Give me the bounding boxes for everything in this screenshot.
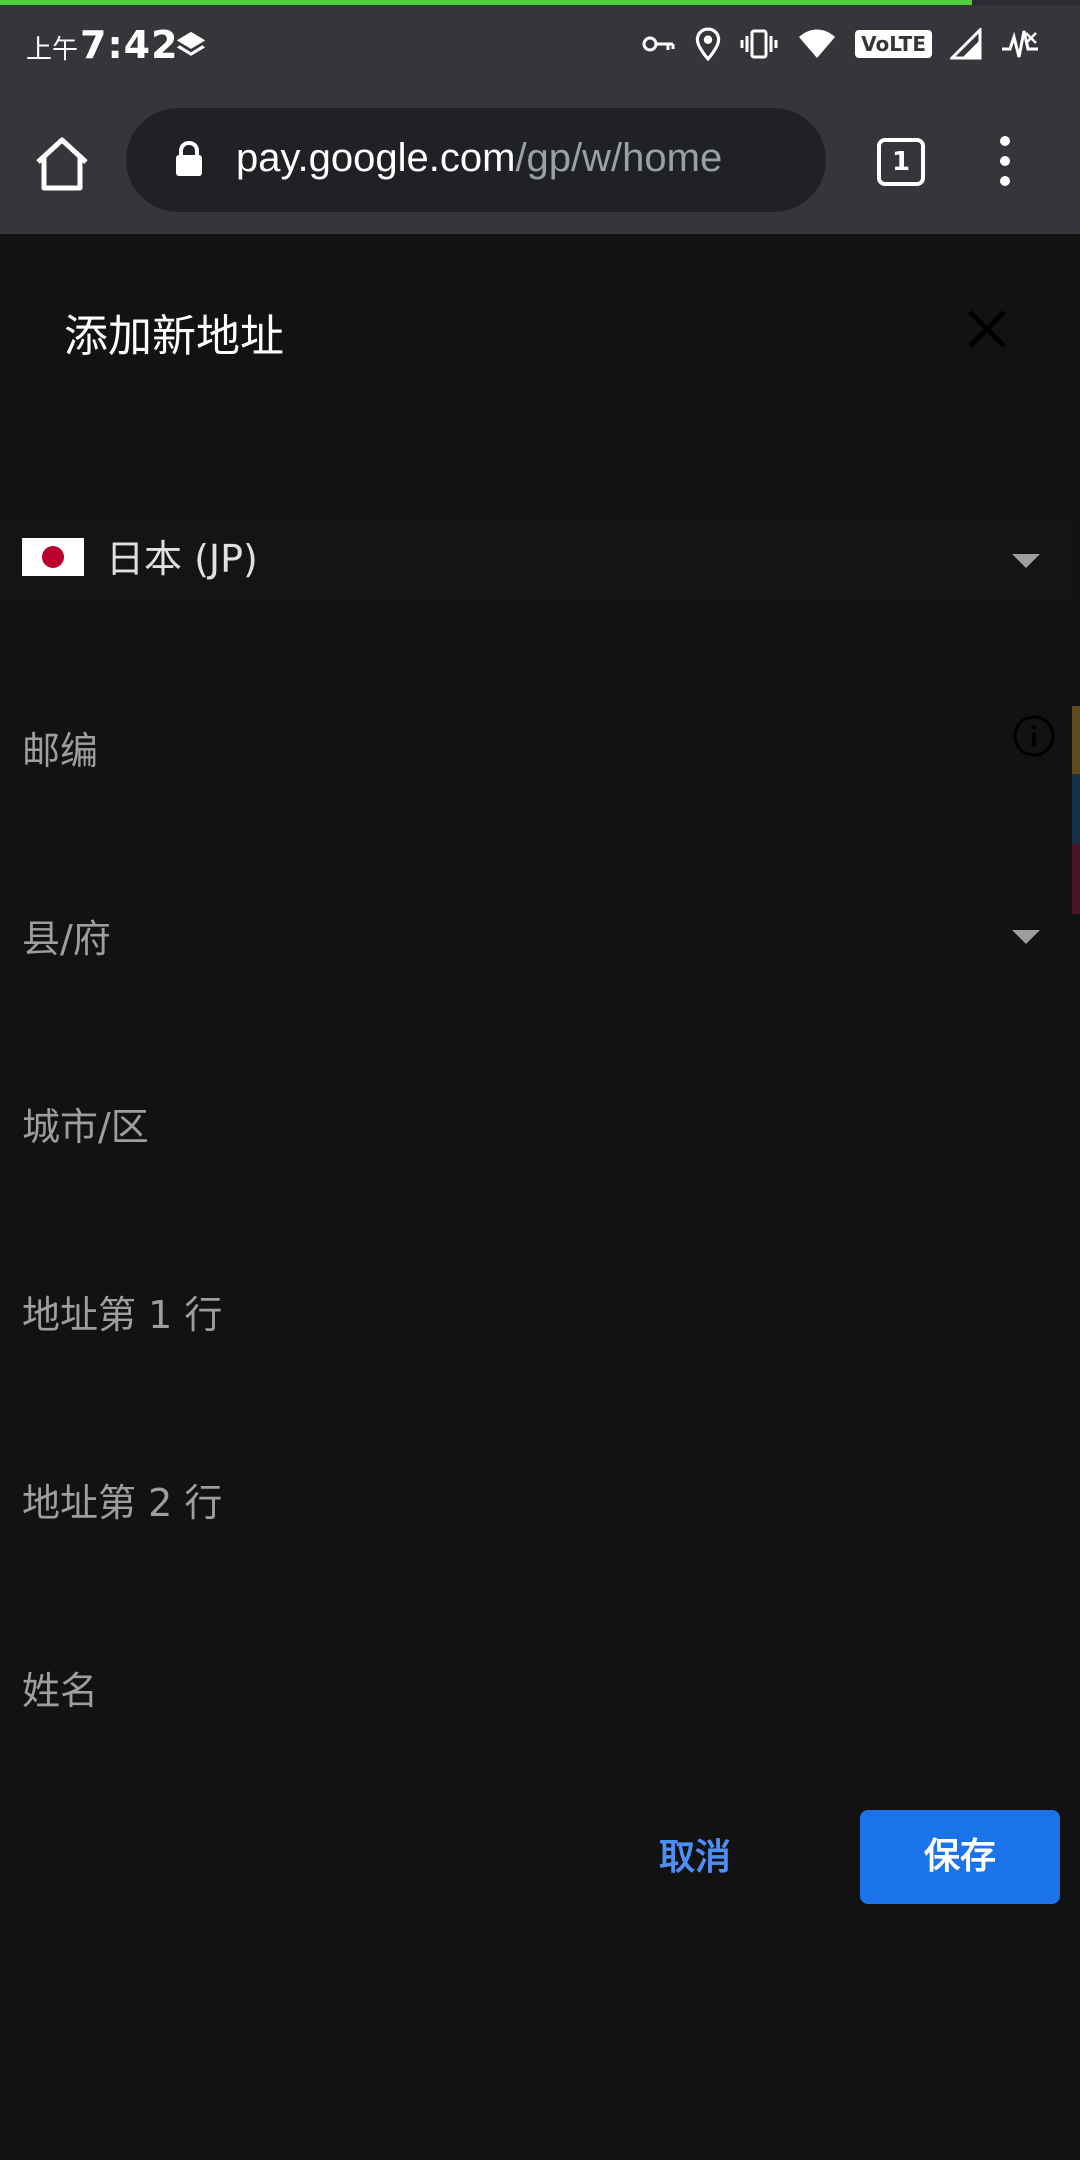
signal-icon	[950, 28, 982, 60]
country-select[interactable]: 日本 (JP)	[0, 520, 1070, 600]
address-line1-field[interactable]: 地址第 1 行	[0, 1266, 1070, 1346]
city-field[interactable]: 城市/区	[0, 1078, 1070, 1158]
location-icon	[695, 27, 721, 61]
tab-switcher-button[interactable]: 1	[877, 138, 925, 186]
side-strip-yellow	[1072, 706, 1080, 774]
layers-icon	[176, 31, 206, 56]
side-strip-blue	[1072, 774, 1080, 844]
prefecture-label: 县/府	[22, 917, 111, 961]
country-value: 日本 (JP)	[106, 537, 258, 581]
city-label: 城市/区	[22, 1105, 149, 1149]
status-icons: VoLTE	[641, 27, 1040, 61]
dialog-actions: 取消 保存	[0, 1810, 1080, 1906]
close-icon[interactable]	[962, 304, 1012, 354]
clock-period: 上午	[26, 35, 79, 65]
chevron-down-icon	[1012, 930, 1040, 944]
lock-icon	[176, 140, 202, 176]
clock-time: 7:42	[80, 23, 179, 67]
postal-code-field[interactable]: 邮编	[0, 700, 1070, 780]
cancel-button[interactable]: 取消	[620, 1820, 770, 1896]
vibrate-icon	[740, 29, 778, 59]
address-bar[interactable]: pay.google.com/gp/w/home	[126, 108, 826, 212]
postal-code-label: 邮编	[22, 729, 99, 773]
no-signal-icon	[1002, 30, 1038, 58]
chevron-down-icon	[1012, 554, 1040, 568]
info-icon[interactable]	[1012, 714, 1056, 758]
wifi-icon	[799, 29, 836, 58]
key-icon	[642, 36, 675, 52]
url-text: pay.google.com/gp/w/home	[236, 136, 722, 181]
japan-flag-icon	[22, 538, 84, 576]
save-button[interactable]: 保存	[860, 1810, 1060, 1904]
address-line1-label: 地址第 1 行	[22, 1293, 223, 1337]
dialog-title: 添加新地址	[64, 311, 284, 362]
url-host: pay.google.com	[236, 136, 516, 180]
name-field[interactable]: 姓名	[0, 1642, 1070, 1722]
address-line2-label: 地址第 2 行	[22, 1481, 223, 1525]
address-line2-field[interactable]: 地址第 2 行	[0, 1454, 1070, 1534]
name-label: 姓名	[22, 1669, 99, 1713]
browser-toolbar: pay.google.com/gp/w/home 1	[0, 90, 1080, 234]
side-strip-red	[1072, 844, 1080, 914]
prefecture-select[interactable]: 县/府	[0, 890, 1070, 970]
volte-icon: VoLTE	[855, 30, 932, 58]
home-icon[interactable]	[30, 132, 94, 196]
status-bar: 上午 7:42 VoLTE	[0, 5, 1080, 90]
url-path: /gp/w/home	[515, 136, 723, 180]
clock: 上午 7:42	[26, 23, 179, 67]
more-menu-icon[interactable]	[990, 136, 1020, 192]
